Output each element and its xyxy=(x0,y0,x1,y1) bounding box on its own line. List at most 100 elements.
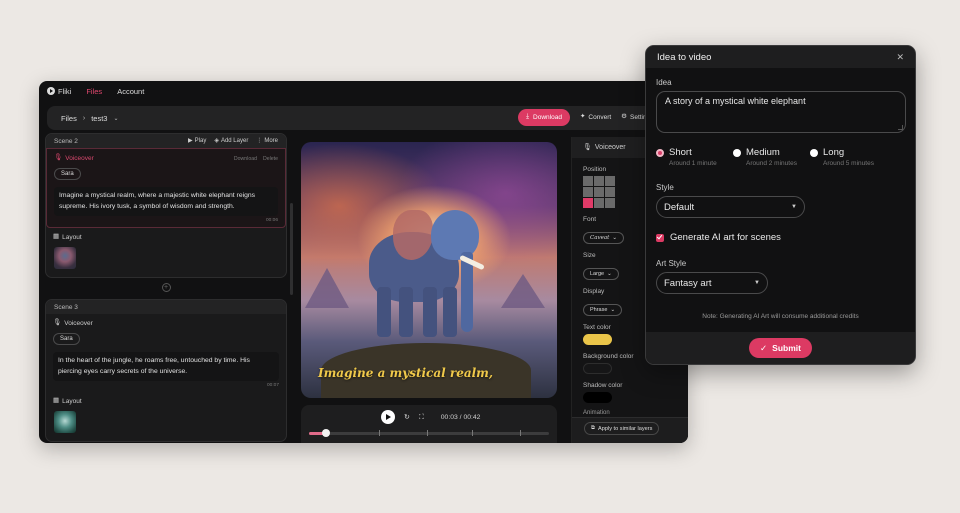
layout-thumbnail[interactable] xyxy=(54,247,76,269)
close-icon[interactable]: ✕ xyxy=(896,52,904,63)
add-layer-button[interactable]: ◈ Add Layer xyxy=(214,138,248,144)
idea-to-video-dialog: Idea to video ✕ Idea A story of a mystic… xyxy=(645,45,916,365)
download-voiceover-link[interactable]: Download xyxy=(234,156,257,162)
plus-circle-icon: + xyxy=(161,283,171,292)
player-controls: ↻ ⛶ 00:03 / 00:42 xyxy=(301,405,557,443)
duration-short-radio[interactable]: Short Around 1 minute xyxy=(656,147,733,167)
brand-name: Fliki xyxy=(58,86,72,96)
generate-ai-art-checkbox[interactable]: Generate AI art for scenes xyxy=(656,232,905,243)
scenes-scrollbar[interactable] xyxy=(290,203,293,295)
scene-title: Scene 3 xyxy=(54,303,78,311)
submit-label: Submit xyxy=(772,343,801,353)
brand-logo[interactable]: Fliki xyxy=(47,87,71,96)
scene-card: Scene 3 🎙︎ Voiceover Sara In the heart of… xyxy=(45,299,287,442)
script-textarea[interactable]: Imagine a mystical realm, where a majest… xyxy=(54,187,278,216)
add-scene-button[interactable]: + xyxy=(45,283,287,292)
chevron-down-icon[interactable]: ⌄ xyxy=(113,115,118,122)
display-select[interactable]: Phrase ⌄ xyxy=(583,304,623,316)
convert-button[interactable]: ✦ Convert xyxy=(580,114,611,121)
microphone-icon: 🎙︎ xyxy=(54,154,63,162)
scene-marker[interactable] xyxy=(378,430,380,436)
voiceover-duration: 00:06 xyxy=(265,218,278,223)
position-bottom-center[interactable] xyxy=(594,198,604,208)
scene-header: Scene 2 ▶ Play ◈ Add Layer ⋮ More xyxy=(46,134,286,148)
script-textarea[interactable]: In the heart of the jungle, he roams fre… xyxy=(53,352,279,381)
chevron-down-icon: ⌄ xyxy=(610,307,616,313)
layout-thumbnail[interactable] xyxy=(54,411,76,433)
microphone-icon: 🎙︎ xyxy=(53,319,62,327)
style-select[interactable]: Default ▼ xyxy=(656,196,805,218)
nav-files[interactable]: Files xyxy=(86,87,102,96)
submit-button[interactable]: ✓ Submit xyxy=(749,338,812,358)
voiceover-links: Download Delete xyxy=(234,156,278,162)
voice-selector[interactable]: Sara xyxy=(53,333,80,345)
voiceover-layer[interactable]: 🎙︎ Voiceover Sara In the heart of the jun… xyxy=(46,314,286,392)
voiceover-label: Voiceover xyxy=(64,320,93,327)
checkbox-checked-icon xyxy=(656,233,664,242)
play-scene-button[interactable]: ▶ Play xyxy=(188,138,206,144)
shadow-color-swatch[interactable] xyxy=(583,392,612,403)
breadcrumb-current-file[interactable]: test3 xyxy=(91,114,107,123)
timeline-track[interactable] xyxy=(309,429,549,437)
replay-icon[interactable]: ↻ xyxy=(404,414,410,421)
position-middle-left[interactable] xyxy=(583,187,593,197)
animation-label: Animation xyxy=(583,410,610,416)
download-icon: ⤓ xyxy=(526,113,530,121)
subtitle-caption[interactable]: Imagine a mystical realm, xyxy=(318,366,493,380)
text-color-swatch[interactable] xyxy=(583,334,612,345)
top-nav: Fliki Files Account xyxy=(39,81,688,101)
scene-marker[interactable] xyxy=(520,430,522,436)
duration-long-radio[interactable]: Long Around 5 minutes xyxy=(810,147,887,167)
play-icon[interactable] xyxy=(381,410,395,424)
font-select[interactable]: Caveat ⌄ xyxy=(583,232,624,244)
duration-long-sub: Around 5 minutes xyxy=(823,160,874,167)
convert-label: Convert xyxy=(588,114,612,121)
generate-ai-art-label: Generate AI art for scenes xyxy=(670,232,781,243)
mountain-shape xyxy=(305,268,349,308)
nav-account[interactable]: Account xyxy=(117,87,144,96)
position-top-left[interactable] xyxy=(583,176,593,186)
size-select[interactable]: Large ⌄ xyxy=(583,268,619,280)
apply-to-similar-layers-button[interactable]: ⧉ Apply to similar layers xyxy=(584,422,660,435)
chevron-down-icon: ⌄ xyxy=(612,235,617,241)
time-display: 00:03 / 00:42 xyxy=(440,413,481,421)
dialog-footer: ✓ Submit xyxy=(646,332,915,364)
position-top-right[interactable] xyxy=(605,176,615,186)
chevron-down-icon: ⌄ xyxy=(607,271,612,277)
idea-label: Idea xyxy=(656,78,672,87)
voiceover-layer-selected[interactable]: 🎙︎ Voiceover Download Delete Sara Imagine… xyxy=(46,148,286,228)
delete-voiceover-link[interactable]: Delete xyxy=(263,156,278,162)
voice-selector[interactable]: Sara xyxy=(54,168,81,180)
voiceover-duration: 00:07 xyxy=(266,383,279,388)
caret-down-icon: ▼ xyxy=(754,280,760,286)
scene-marker[interactable] xyxy=(472,430,474,436)
fullscreen-icon[interactable]: ⛶ xyxy=(419,414,424,421)
art-style-select[interactable]: Fantasy art ▼ xyxy=(656,272,768,294)
video-preview[interactable]: Imagine a mystical realm, xyxy=(301,142,557,398)
position-middle-right[interactable] xyxy=(605,187,615,197)
layout-heading: ▦ Layout xyxy=(46,228,286,245)
position-bottom-left[interactable] xyxy=(583,198,593,208)
position-bottom-right[interactable] xyxy=(605,198,615,208)
art-style-value: Fantasy art xyxy=(664,277,712,289)
app-window: Fliki Files Account Files › test3 ⌄ ⤓ Do… xyxy=(39,81,688,443)
shadow-color-label: Shadow color xyxy=(583,382,623,389)
layers-icon: ◈ xyxy=(214,138,219,144)
breadcrumb: Files › test3 ⌄ xyxy=(61,114,118,123)
sparkle-icon: ✦ xyxy=(579,113,586,121)
duration-short-sub: Around 1 minute xyxy=(669,160,717,167)
position-middle-center[interactable] xyxy=(594,187,604,197)
more-button[interactable]: ⋮ More xyxy=(256,138,278,144)
layout-grid-icon: ▦ xyxy=(53,233,60,241)
idea-textarea[interactable]: A story of a mystical white elephant xyxy=(656,91,906,133)
download-button[interactable]: ⤓ Download xyxy=(518,109,570,126)
scene-marker[interactable] xyxy=(426,430,428,436)
background-color-swatch[interactable] xyxy=(583,363,612,374)
duration-medium-radio[interactable]: Medium Around 2 minutes xyxy=(733,147,810,167)
scene-title: Scene 2 xyxy=(54,137,78,145)
credits-note: Note: Generating AI Art will consume add… xyxy=(702,313,859,320)
style-label: Style xyxy=(656,183,674,192)
breadcrumb-files[interactable]: Files xyxy=(61,114,77,123)
timeline-scrubber[interactable] xyxy=(321,429,330,437)
position-top-center[interactable] xyxy=(594,176,604,186)
